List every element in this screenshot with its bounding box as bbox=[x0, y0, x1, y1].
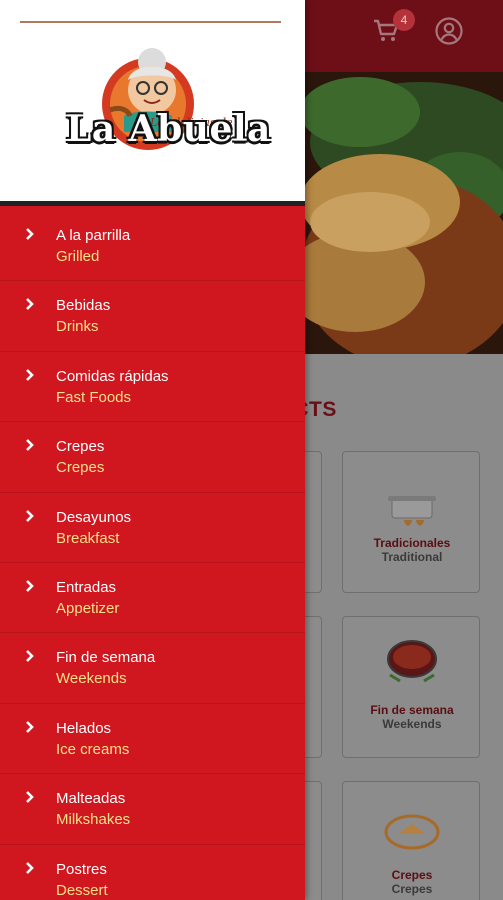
menu-item-crepes[interactable]: Crepes Crepes bbox=[0, 422, 305, 493]
navigation-drawer: Los delicias de La Abuela A la parrilla … bbox=[0, 0, 305, 900]
menu-label-es: Helados bbox=[56, 719, 112, 737]
menu-item-fast-foods[interactable]: Comidas rápidas Fast Foods bbox=[0, 352, 305, 423]
menu-label-en: Dessert bbox=[56, 881, 108, 899]
chevron-right-icon bbox=[24, 368, 36, 382]
chevron-right-icon bbox=[24, 227, 36, 241]
card-label-en: Weekends bbox=[382, 717, 442, 731]
category-menu: A la parrilla Grilled Bebidas Drinks Com… bbox=[0, 211, 305, 900]
header-divider bbox=[20, 21, 281, 23]
account-button[interactable] bbox=[434, 16, 466, 48]
cart-count-badge: 4 bbox=[393, 9, 415, 31]
brand-logo: Los delicias de La Abuela bbox=[60, 42, 270, 170]
chevron-right-icon bbox=[24, 297, 36, 311]
menu-label-es: Crepes bbox=[56, 438, 105, 456]
chevron-right-icon bbox=[24, 438, 36, 452]
menu-item-ice-creams[interactable]: Helados Ice creams bbox=[0, 704, 305, 775]
card-label-en: Crepes bbox=[391, 882, 433, 896]
menu-label-en: Ice creams bbox=[56, 740, 130, 758]
menu-label-es: Desayunos bbox=[56, 508, 132, 526]
menu-label-es: Fin de semana bbox=[56, 649, 156, 667]
menu-item-weekends[interactable]: Fin de semana Weekends bbox=[0, 633, 305, 704]
menu-label-es: Comidas rápidas bbox=[56, 367, 169, 385]
user-icon bbox=[434, 17, 464, 50]
menu-item-milkshakes[interactable]: Malteadas Milkshakes bbox=[0, 774, 305, 845]
menu-item-grilled[interactable]: A la parrilla Grilled bbox=[0, 211, 305, 282]
soup-bowl-icon bbox=[387, 640, 437, 683]
menu-item-dessert[interactable]: Postres Dessert bbox=[0, 845, 305, 900]
chevron-right-icon bbox=[24, 720, 36, 734]
menu-label-en: Weekends bbox=[56, 670, 127, 688]
pot-icon bbox=[388, 496, 436, 526]
menu-label-en: Fast Foods bbox=[56, 388, 132, 406]
product-card-traditional[interactable]: Tradicionales Traditional bbox=[342, 451, 480, 593]
crepe-plate-icon bbox=[384, 814, 440, 850]
menu-item-breakfast[interactable]: Desayunos Breakfast bbox=[0, 493, 305, 563]
menu-label-es: A la parrilla bbox=[56, 227, 131, 244]
card-label-en: Traditional bbox=[381, 550, 443, 564]
menu-item-drinks[interactable]: Bebidas Drinks bbox=[0, 281, 305, 352]
menu-item-appetizer[interactable]: Entradas Appetizer bbox=[0, 563, 305, 634]
menu-label-en: Drinks bbox=[56, 318, 99, 336]
drawer-header: Los delicias de La Abuela bbox=[0, 0, 305, 206]
product-card-crepes[interactable]: Crepes Crepes bbox=[342, 781, 480, 900]
card-label-es: Crepes bbox=[391, 868, 433, 882]
chevron-right-icon bbox=[24, 509, 36, 523]
menu-label-es: Malteadas bbox=[56, 790, 126, 808]
logo-title: La Abuela bbox=[66, 108, 271, 150]
chevron-right-icon bbox=[24, 861, 36, 875]
chevron-right-icon bbox=[24, 649, 36, 663]
menu-label-en: Crepes bbox=[56, 459, 105, 477]
menu-label-en: Milkshakes bbox=[56, 811, 131, 829]
menu-label-en: Grilled bbox=[56, 248, 100, 265]
menu-label-en: Breakfast bbox=[56, 529, 120, 547]
chevron-right-icon bbox=[24, 790, 36, 804]
card-label-es: Fin de semana bbox=[370, 703, 454, 717]
card-label-es: Tradicionales bbox=[373, 536, 451, 550]
menu-label-en: Appetizer bbox=[56, 599, 120, 617]
menu-label-es: Entradas bbox=[56, 578, 117, 596]
cart-icon bbox=[372, 19, 400, 48]
menu-label-es: Postres bbox=[56, 860, 107, 878]
product-card-weekends[interactable]: Fin de semana Weekends bbox=[342, 616, 480, 758]
chevron-right-icon bbox=[24, 579, 36, 593]
menu-label-es: Bebidas bbox=[56, 297, 111, 315]
